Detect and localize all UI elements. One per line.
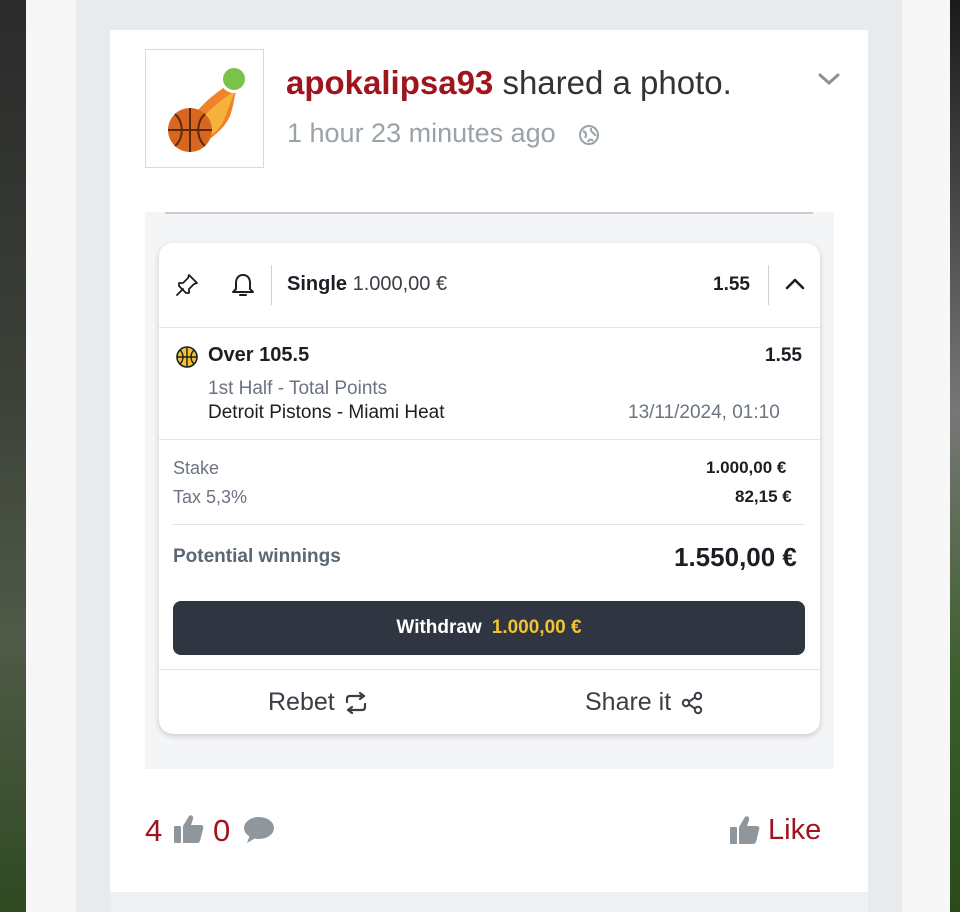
potential-winnings-label: Potential winnings (173, 546, 341, 567)
author-name[interactable]: apokalipsa93 (286, 64, 493, 101)
stake-divider (173, 524, 805, 525)
header-separator-right (768, 265, 769, 305)
post-timestamp[interactable]: 1 hour 23 minutes ago (287, 118, 556, 149)
rebet-button[interactable]: Rebet (268, 688, 369, 717)
basketball-icon (176, 346, 198, 368)
background-left-strip (0, 0, 26, 912)
avatar[interactable] (145, 49, 264, 168)
pin-icon[interactable] (174, 272, 200, 298)
withdraw-button[interactable]: Withdraw 1.000,00 € (173, 601, 805, 655)
header-divider (159, 327, 820, 328)
next-post-edge (110, 892, 868, 912)
bell-icon[interactable] (230, 271, 256, 299)
post-action: shared a photo. (502, 64, 732, 101)
total-odds: 1.55 (713, 274, 750, 295)
comments-count: 0 (213, 813, 231, 848)
like-thumb-icon[interactable] (728, 813, 762, 847)
header-separator (271, 265, 272, 305)
share-icon (681, 691, 703, 714)
online-status-dot (220, 65, 248, 93)
bet-type: Single 1.000,00 € (287, 273, 447, 296)
thumbs-up-icon (174, 815, 204, 843)
selection-divider (159, 439, 820, 440)
post-header: apokalipsa93 shared a photo. (286, 64, 732, 102)
likes-count: 4 (145, 813, 163, 848)
selection-match: Detroit Pistons - Miami Heat (208, 402, 445, 423)
withdraw-label: Withdraw (396, 617, 482, 638)
tax-value: 82,15 € (735, 487, 792, 506)
background-right-strip (950, 0, 960, 912)
share-label: Share it (585, 688, 672, 716)
stake-value: 1.000,00 € (706, 458, 787, 477)
bet-type-label: Single (287, 273, 348, 295)
globe-icon (579, 125, 599, 145)
selection-market: 1st Half - Total Points (208, 378, 388, 399)
bet-slip-card (159, 243, 820, 734)
tax-label: Tax 5,3% (173, 487, 248, 507)
share-button[interactable]: Share it (585, 688, 703, 717)
selection-datetime: 13/11/2024, 01:10 (628, 402, 780, 423)
selection-odds: 1.55 (765, 345, 802, 366)
selection-pick: Over 105.5 (208, 344, 310, 366)
flaming-basketball-icon (168, 76, 244, 152)
rebet-label: Rebet (268, 688, 335, 716)
stake-label: Stake (173, 458, 220, 478)
photo-top-border (165, 212, 813, 214)
potential-winnings-value: 1.550,00 € (674, 542, 797, 572)
bet-type-amount: 1.000,00 € (352, 273, 448, 295)
comment-bubble-icon (244, 817, 274, 843)
repeat-icon (345, 691, 366, 714)
like-button[interactable]: Like (768, 814, 821, 847)
chevron-up-icon[interactable] (784, 276, 806, 292)
actions-divider (159, 669, 820, 670)
chevron-down-icon[interactable] (816, 70, 842, 88)
withdraw-amount: 1.000,00 € (491, 617, 582, 638)
